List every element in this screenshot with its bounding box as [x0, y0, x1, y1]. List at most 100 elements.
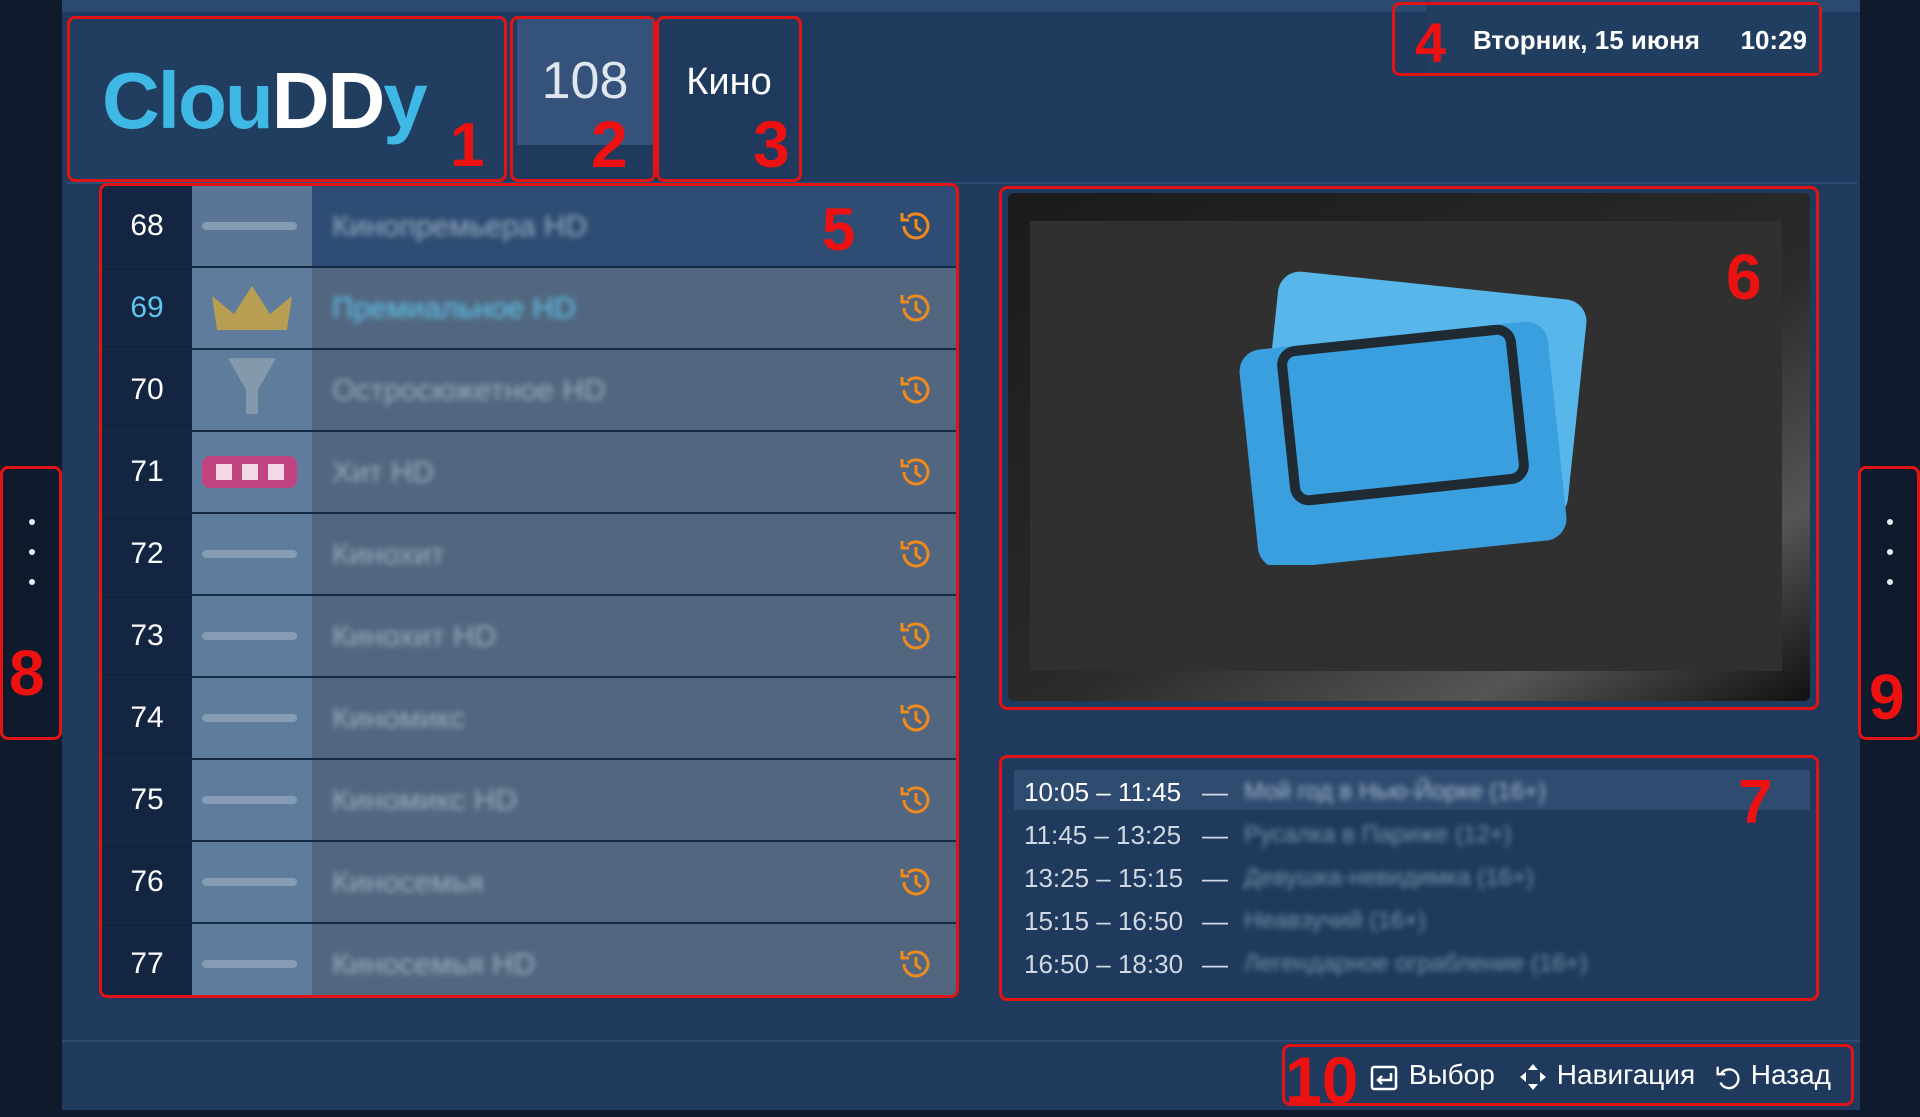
channel-name: Киносемья: [332, 866, 484, 899]
tv-screen: [1030, 221, 1782, 671]
history-icon[interactable]: [896, 698, 936, 738]
video-preview[interactable]: 6: [999, 186, 1819, 710]
annotation-1: 1: [450, 111, 485, 180]
control-hints: 10 Выбор Навигация Назад: [1282, 1044, 1854, 1113]
epg-schedule[interactable]: 10:05 – 11:45 — Мой год в Нью-Йорке (16+…: [999, 755, 1819, 1001]
annotation-10: 10: [1285, 1043, 1359, 1117]
app-logo: ClouDDy: [102, 55, 428, 147]
channel-row[interactable]: 77 Киносемья HD: [102, 924, 956, 995]
channel-row[interactable]: 72 Кинохит: [102, 514, 956, 596]
history-icon[interactable]: [896, 534, 936, 574]
schedule-title: Легендарное ограбление (16+): [1244, 950, 1588, 977]
schedule-time: 13:25 – 15:15: [1024, 863, 1184, 893]
annotation-9: 9: [1869, 661, 1905, 733]
hint-select-label: Выбор: [1408, 1059, 1495, 1090]
enter-icon: [1370, 1065, 1398, 1090]
channel-logo: [192, 432, 312, 512]
channel-name: Остросюжетное HD: [332, 374, 606, 407]
logo-part-3: y: [383, 56, 427, 145]
channel-body: Кинопремьера HD: [312, 186, 956, 266]
channel-logo: [192, 350, 312, 430]
channel-row[interactable]: 75 Киномикс HD: [102, 760, 956, 842]
channel-body: Остросюжетное HD: [312, 350, 956, 430]
channel-logo: [192, 842, 312, 922]
schedule-item[interactable]: 16:50 – 18:30 — Легендарное ограбление (…: [1014, 942, 1810, 982]
channel-row[interactable]: 73 Кинохит HD: [102, 596, 956, 678]
channel-row[interactable]: 74 Киномикс: [102, 678, 956, 760]
annotation-4: 4: [1415, 11, 1447, 74]
channel-number: 77: [102, 924, 192, 995]
datetime-panel: 4 Вторник, 15 июня 10:29: [1392, 2, 1822, 76]
schedule-title: Девушка-невидимка (16+): [1244, 864, 1534, 891]
channel-logo: [192, 924, 312, 995]
logo-part-1: Clou: [102, 56, 274, 145]
channel-number: 70: [102, 350, 192, 430]
channel-logo: [192, 596, 312, 676]
history-icon[interactable]: [896, 944, 936, 984]
channel-count-panel: 108 2: [510, 16, 656, 182]
channel-number: 71: [102, 432, 192, 512]
channel-body: Хит HD: [312, 432, 956, 512]
channel-logo: [192, 678, 312, 758]
channel-number: 72: [102, 514, 192, 594]
history-icon[interactable]: [896, 616, 936, 656]
cloud-tv-logo-icon: [1239, 271, 1587, 565]
channel-body: Киномикс HD: [312, 760, 956, 840]
channel-name: Киносемья HD: [332, 948, 536, 981]
channel-body: Кинохит: [312, 514, 956, 594]
channel-number: 69: [102, 268, 192, 348]
schedule-item[interactable]: 10:05 – 11:45 — Мой год в Нью-Йорке (16+…: [1014, 770, 1810, 810]
channel-number: 76: [102, 842, 192, 922]
schedule-item[interactable]: 15:15 – 16:50 — Неавзучий (16+): [1014, 899, 1810, 939]
schedule-time: 10:05 – 11:45: [1024, 777, 1182, 807]
clock-label: 10:29: [1740, 25, 1808, 55]
annotation-6: 6: [1726, 241, 1762, 313]
left-panel-handle[interactable]: 8: [0, 466, 62, 740]
hint-select: Выбор: [1369, 1059, 1495, 1093]
channel-number: 68: [102, 186, 192, 266]
channel-count: 108: [541, 52, 629, 110]
schedule-title: Мой год в Нью-Йорке (16+): [1244, 778, 1547, 805]
channel-row[interactable]: 69 Премиальное HD: [102, 268, 956, 350]
annotation-2: 2: [591, 107, 628, 181]
logo-panel: ClouDDy 1: [67, 16, 507, 182]
channel-body: Киномикс: [312, 678, 956, 758]
channel-name: Кинохит HD: [332, 620, 497, 653]
channel-row[interactable]: 76 Киносемья: [102, 842, 956, 924]
history-icon[interactable]: [896, 862, 936, 902]
tv-frame: [1008, 193, 1810, 701]
schedule-time: 16:50 – 18:30: [1024, 949, 1184, 979]
channel-name: Кинопремьера HD: [332, 210, 588, 243]
channel-name: Хит HD: [332, 456, 435, 489]
more-dots-icon: [1887, 519, 1895, 609]
channel-logo: [192, 760, 312, 840]
history-icon[interactable]: [896, 780, 936, 820]
channel-body: Киносемья HD: [312, 924, 956, 995]
channel-count-box: 108: [517, 19, 653, 145]
history-icon[interactable]: [896, 452, 936, 492]
channel-row[interactable]: 70 Остросюжетное HD: [102, 350, 956, 432]
schedule-item[interactable]: 11:45 – 13:25 — Русалка в Париже (12+): [1014, 813, 1810, 853]
schedule-dash: —: [1202, 949, 1228, 979]
logo-part-2: DD: [271, 56, 386, 145]
hint-navigate-label: Навигация: [1556, 1059, 1696, 1090]
category-panel[interactable]: Кино 3: [656, 16, 802, 182]
more-dots-icon: [29, 519, 37, 609]
channel-body: Кинохит HD: [312, 596, 956, 676]
hint-back: Назад: [1713, 1059, 1831, 1092]
funnel-logo-icon: [228, 358, 276, 414]
history-icon[interactable]: [896, 288, 936, 328]
crown-logo-icon: [212, 286, 292, 330]
hit-logo-icon: [202, 456, 297, 488]
schedule-time: 15:15 – 16:50: [1024, 906, 1184, 936]
history-icon[interactable]: [896, 370, 936, 410]
channel-name: Киномикс: [332, 702, 466, 735]
schedule-item[interactable]: 13:25 – 15:15 — Девушка-невидимка (16+): [1014, 856, 1810, 896]
hint-back-label: Назад: [1750, 1059, 1832, 1090]
history-icon[interactable]: [896, 206, 936, 246]
channel-body: Киносемья: [312, 842, 956, 922]
channel-list[interactable]: 68 Кинопремьера HD 69 Премиальное HD 70 …: [99, 183, 959, 998]
right-panel-handle[interactable]: 9: [1858, 466, 1920, 740]
channel-row[interactable]: 71 Хит HD: [102, 432, 956, 514]
channel-name: Киномикс HD: [332, 784, 517, 817]
